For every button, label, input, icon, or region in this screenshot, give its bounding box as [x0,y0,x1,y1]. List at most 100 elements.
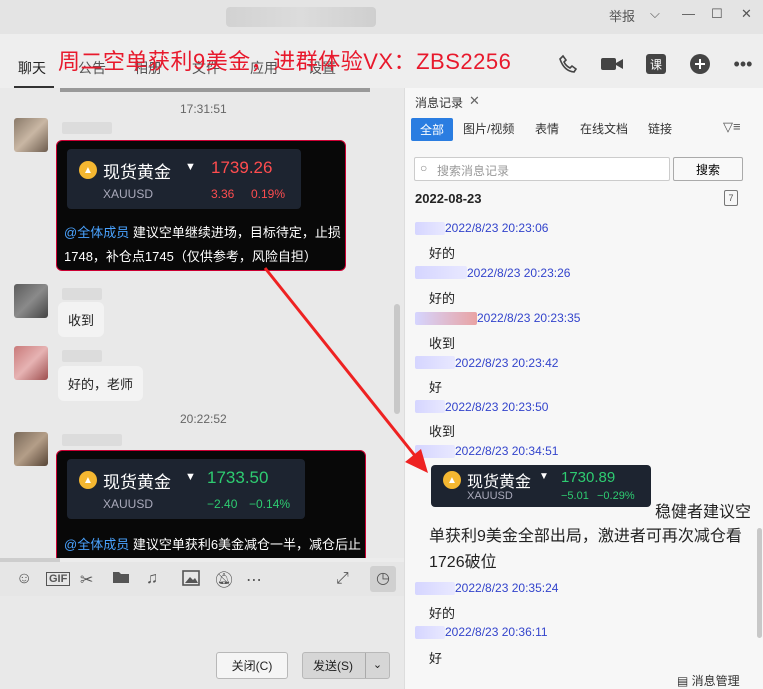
minimize-button[interactable]: — [682,6,695,21]
record-time: 2022/8/23 20:36:11 [445,625,548,639]
title-bar: 举报 ⌵ — ☐ ✕ [0,0,763,34]
more-tools-icon[interactable]: ⋯ [246,570,262,590]
price-change: −5.01 [561,490,589,502]
sender-name-blurred [62,288,102,300]
filter-online-docs[interactable]: 在线文档 [580,120,628,137]
mention-all[interactable]: @全体成员 [64,225,129,240]
close-panel-icon[interactable]: ✕ [469,93,480,109]
filter-emoji[interactable]: 表情 [535,120,559,137]
search-button[interactable]: 搜索 [673,157,743,181]
phone-icon[interactable] [556,52,580,76]
emoji-icon[interactable]: ☺ [16,570,32,588]
record-time: 2022/8/23 20:23:35 [477,311,581,325]
calendar-icon[interactable]: 7 [724,190,738,206]
record-time: 2022/8/23 20:23:26 [467,266,571,280]
instrument-name: 现货黄金 [103,473,171,492]
message-bubble[interactable]: 收到 [58,302,105,337]
sender-name-blurred [415,582,455,595]
filter-all[interactable]: 全部 [411,118,454,141]
instrument-code: XAUUSD [103,187,154,201]
record-text[interactable]: 好的 [429,603,455,622]
music-icon[interactable]: ♫ [146,570,158,588]
sender-name-blurred [415,400,445,413]
chevron-down-icon[interactable]: ⌵ [650,6,660,22]
close-chat-button[interactable]: 关闭(C) [216,652,288,679]
image-icon[interactable] [182,570,200,591]
gold-icon: ▲ [79,471,97,489]
record-text[interactable]: 收到 [429,421,455,440]
gold-quote-card[interactable]: ▲ 现货黄金 ▼ XAUUSD 1739.26 3.36 0.19% [67,149,301,209]
search-icon: ○ [420,161,428,175]
record-text[interactable]: 单获利9美金全部出局，激进者可再次减仓看1726破位 [429,524,749,576]
avatar[interactable] [14,346,48,380]
message-input-area[interactable]: 关闭(C) 发送(S) ⌄ [0,596,404,689]
sender-name-blurred [415,356,455,369]
gold-quote-card[interactable]: ▲ 现货黄金 ▼ XAUUSD 1730.89 −5.01 −0.29% [431,465,651,507]
instrument-code: XAUUSD [103,497,154,511]
tab-chat[interactable]: 聊天 [18,58,46,78]
history-clock-icon[interactable]: ◷ [370,566,396,592]
price-change: −2.40 [207,497,238,511]
gold-icon: ▲ [443,471,461,489]
filter-media[interactable]: 图片/视频 [463,120,514,137]
avatar[interactable] [14,432,48,466]
maximize-button[interactable]: ☐ [711,6,723,22]
panel-title: 消息记录 [415,96,464,110]
dropdown-icon: ▼ [185,471,196,483]
gold-icon: ▲ [79,161,97,179]
window-title-blurred [226,7,376,27]
send-button[interactable]: 发送(S) ⌄ [302,652,390,679]
lesson-icon[interactable]: 课 [644,52,668,76]
history-scrollbar[interactable] [757,528,762,638]
overlay-promo-text: 周二空单获利9美金，进群体验VX：ZBS2256 [58,49,512,74]
report-link[interactable]: 举报 [609,6,635,25]
send-options-chevron-icon[interactable]: ⌄ [365,653,389,678]
gold-price: 1733.50 [207,468,269,487]
gif-icon[interactable]: GIF [46,572,71,586]
avatar[interactable] [14,284,48,318]
record-time: 2022/8/23 20:34:51 [455,444,559,458]
record-text[interactable]: 好 [429,377,442,396]
scissors-icon[interactable]: ✂ [80,570,93,590]
message-text: @全体成员 建议空单继续进场，目标待定，止损1748，补仓点1745（仅供参考，… [64,225,341,264]
message-text: @全体成员 建议空单获利6美金减仓一半，减仓后止 [64,537,362,552]
message-history-panel: 消息记录 ✕ 全部 图片/视频 表情 在线文档 链接 ▽≡ ○ 搜索消息记录 搜… [404,88,763,689]
gold-quote-card[interactable]: ▲ 现货黄金 ▼ XAUUSD 1733.50 −2.40 −0.14% [67,459,305,519]
top-nav: 聊天 公告 相册 文件 应用 设置 周二空单获利9美金，进群体验VX：ZBS22… [0,34,763,88]
close-button[interactable]: ✕ [741,6,752,22]
gold-price: 1739.26 [211,158,273,177]
price-change-percent: −0.29% [597,490,635,502]
filter-links[interactable]: 链接 [648,120,672,137]
avatar[interactable] [14,118,48,152]
mention-all[interactable]: @全体成员 [64,537,129,552]
gold-quote-message[interactable]: ▲ 现货黄金 ▼ XAUUSD 1739.26 3.36 0.19% @全体成员… [56,140,346,271]
expand-icon[interactable]: ⤢ [336,570,349,588]
record-time: 2022/8/23 20:35:24 [455,581,559,595]
send-label: 发送(S) [313,659,353,673]
gold-quote-message[interactable]: ▲ 现货黄金 ▼ XAUUSD 1733.50 −2.40 −0.14% @全体… [56,450,366,558]
message-management-link[interactable]: ▤ 消息管理 [677,672,740,689]
search-input[interactable]: ○ 搜索消息记录 [414,157,670,181]
record-text[interactable]: 好 [429,648,442,667]
video-icon[interactable] [600,52,624,76]
sender-name-blurred [62,350,102,362]
instrument-code: XAUUSD [467,490,513,502]
mute-bell-icon[interactable]: 🔕︎ [214,570,234,590]
instrument-name: 现货黄金 [103,163,171,182]
add-icon[interactable] [688,52,712,76]
record-text[interactable]: 好的 [429,243,455,262]
message-bubble[interactable]: 好的，老师 [58,366,144,401]
price-change-percent: 0.19% [251,187,286,201]
sender-name-blurred [415,312,477,325]
chat-message-area[interactable]: 17:31:51 ▲ 现货黄金 ▼ XAUUSD 1739.26 3.36 0.… [0,88,404,558]
record-text[interactable]: 好的 [429,288,455,307]
filter-settings-icon[interactable]: ▽≡ [723,119,741,135]
record-time: 2022/8/23 20:23:42 [455,356,559,370]
folder-icon[interactable] [112,570,130,589]
dropdown-icon: ▼ [539,471,549,482]
more-icon[interactable]: ••• [731,52,755,76]
chat-scrollbar[interactable] [394,304,400,414]
decor-divider [60,88,370,92]
record-text[interactable]: 收到 [429,333,455,352]
svg-text:课: 课 [650,58,662,72]
